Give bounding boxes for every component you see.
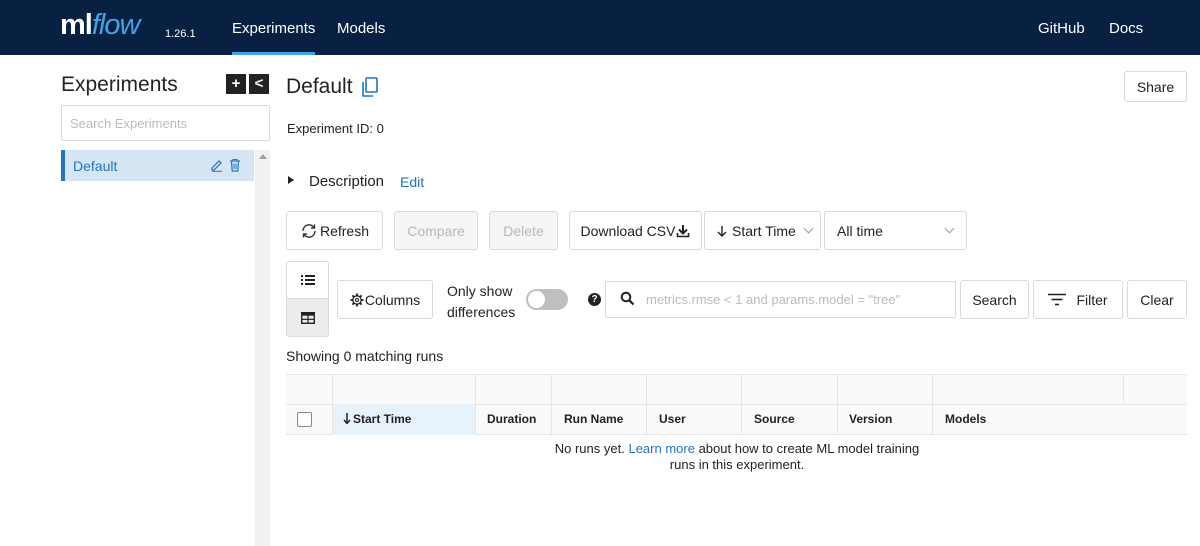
trash-icon[interactable]: [228, 158, 242, 172]
sort-desc-icon: [343, 413, 351, 425]
refresh-button[interactable]: Refresh: [286, 211, 383, 250]
filter-label: Filter: [1076, 291, 1108, 308]
download-icon: [677, 224, 690, 237]
diff-toggle-label-line2: differences: [447, 304, 516, 320]
filter-icon: [1048, 293, 1067, 306]
description-toggle[interactable]: Description: [309, 173, 384, 190]
columns-label: Columns: [364, 291, 421, 308]
column-header-user[interactable]: User: [659, 412, 686, 426]
column-header-version[interactable]: Version: [849, 412, 892, 426]
mlflow-logo[interactable]: mlflow: [60, 9, 140, 42]
column-header-models[interactable]: Models: [945, 412, 986, 426]
refresh-icon: [302, 223, 316, 238]
column-header-start-time[interactable]: Start Time: [343, 412, 411, 426]
column-header-label: Start Time: [353, 412, 412, 426]
chevron-left-icon[interactable]: <: [249, 74, 269, 94]
copy-icon[interactable]: [361, 77, 379, 98]
filter-button[interactable]: Filter: [1033, 280, 1123, 319]
gear-icon: [350, 293, 364, 306]
pencil-icon[interactable]: [210, 158, 224, 172]
showing-runs-count: Showing 0 matching runs: [286, 348, 444, 364]
table-icon: [300, 311, 315, 324]
sort-select[interactable]: Start Time: [704, 211, 821, 250]
arrow-down-icon: [717, 225, 727, 237]
select-all-checkbox[interactable]: [297, 412, 312, 427]
share-button[interactable]: Share: [1124, 71, 1187, 102]
refresh-label: Refresh: [319, 222, 370, 239]
only-differences-toggle[interactable]: [526, 289, 568, 310]
column-divider: [551, 375, 552, 435]
list-view-button[interactable]: [286, 261, 329, 299]
clear-button[interactable]: Clear: [1127, 280, 1187, 319]
column-header-source[interactable]: Source: [754, 412, 795, 426]
column-divider: [932, 375, 933, 435]
time-range-value: All time: [837, 222, 883, 239]
list-icon: [300, 275, 315, 285]
column-divider: [837, 375, 838, 435]
version-label: 1.26.1: [165, 28, 196, 40]
empty-runs-message: No runs yet. Learn more about how to cre…: [537, 441, 937, 473]
top-navbar: mlflow 1.26.1 Experiments Models GitHub …: [0, 0, 1200, 55]
experiment-id-label: Experiment ID:: [287, 121, 373, 136]
experiment-item-default[interactable]: Default: [61, 150, 254, 181]
column-divider: [475, 375, 476, 435]
delete-button[interactable]: Delete: [489, 211, 558, 250]
column-divider: [332, 375, 333, 435]
nav-models[interactable]: Models: [337, 20, 385, 37]
description-edit-link[interactable]: Edit: [400, 174, 424, 190]
sidebar-scrollbar[interactable]: [255, 150, 270, 546]
columns-button[interactable]: Columns: [337, 280, 433, 319]
experiment-item-label: Default: [73, 158, 118, 174]
time-range-select[interactable]: All time: [824, 211, 967, 250]
nav-github[interactable]: GitHub: [1038, 20, 1085, 37]
plus-icon[interactable]: +: [226, 74, 246, 94]
column-divider: [741, 375, 742, 435]
help-icon[interactable]: ?: [588, 293, 601, 306]
caret-right-icon[interactable]: [288, 176, 294, 184]
runs-search-input[interactable]: [605, 281, 956, 318]
download-csv-label: Download CSV: [580, 222, 676, 239]
search-icon: [620, 291, 635, 306]
nav-experiments[interactable]: Experiments: [232, 20, 316, 55]
compare-button[interactable]: Compare: [394, 211, 478, 250]
learn-more-link[interactable]: Learn more: [628, 441, 694, 456]
chevron-down-icon: [803, 223, 814, 234]
page-title: Default: [286, 75, 353, 98]
experiment-id-value: 0: [376, 121, 384, 136]
empty-message-text: No runs yet.: [554, 441, 625, 456]
column-divider: [646, 375, 647, 435]
scroll-up-arrow-icon[interactable]: [259, 154, 267, 159]
search-button[interactable]: Search: [960, 280, 1029, 319]
chevron-down-icon: [944, 223, 955, 234]
empty-message-text: runs in this experiment.: [669, 457, 805, 472]
sort-select-value: Start Time: [732, 222, 796, 239]
search-experiments-input[interactable]: [61, 105, 270, 141]
sidebar-title: Experiments: [61, 73, 178, 96]
column-divider: [1123, 375, 1124, 405]
column-header-run-name[interactable]: Run Name: [564, 412, 623, 426]
diff-toggle-label: Only show differences: [447, 281, 515, 323]
experiment-id: Experiment ID: 0: [287, 121, 384, 136]
column-header-duration[interactable]: Duration: [487, 412, 536, 426]
diff-toggle-label-line1: Only show: [447, 283, 513, 299]
download-csv-button[interactable]: Download CSV: [569, 211, 702, 250]
toggle-knob[interactable]: [528, 291, 545, 308]
nav-docs[interactable]: Docs: [1109, 20, 1143, 37]
empty-message-text: about how to create ML model training: [698, 441, 920, 456]
table-view-button[interactable]: [286, 298, 329, 337]
